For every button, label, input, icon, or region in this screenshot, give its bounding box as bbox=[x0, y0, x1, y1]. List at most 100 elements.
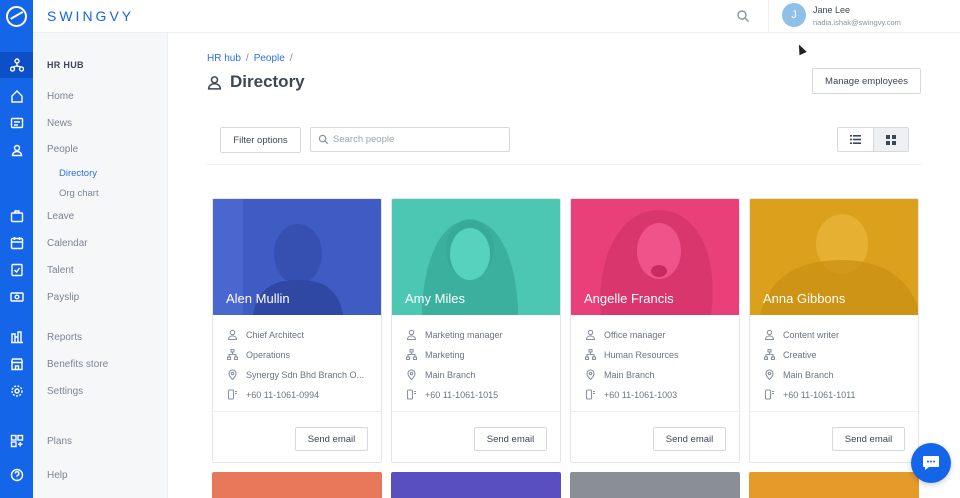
home-icon[interactable] bbox=[0, 83, 33, 109]
person-icon bbox=[227, 329, 238, 340]
location-pin-icon bbox=[407, 369, 416, 380]
breadcrumb: HR hub / People / bbox=[207, 53, 298, 64]
sidebar-item-leave[interactable]: Leave bbox=[47, 211, 74, 222]
employee-title: Content writer bbox=[764, 329, 914, 340]
employee-name: Amy Miles bbox=[405, 291, 465, 306]
org-chart-icon bbox=[406, 349, 417, 360]
people-icon[interactable] bbox=[0, 137, 33, 163]
talent-icon[interactable] bbox=[0, 257, 33, 283]
sidebar-item-news[interactable]: News bbox=[47, 118, 72, 129]
employee-card-partial[interactable] bbox=[212, 472, 382, 498]
list-view-button[interactable] bbox=[838, 128, 873, 151]
org-chart-icon bbox=[585, 349, 596, 360]
plans-icon[interactable] bbox=[0, 428, 33, 454]
employee-card[interactable]: Alen Mullin Chief Architect Operations S… bbox=[212, 198, 382, 463]
employee-branch: Main Branch bbox=[406, 369, 556, 380]
benefits-store-icon[interactable] bbox=[0, 351, 33, 377]
sidebar-item-benefits-store[interactable]: Benefits store bbox=[47, 359, 108, 370]
chat-button[interactable] bbox=[911, 443, 951, 483]
search-input[interactable] bbox=[333, 128, 503, 151]
sidebar-item-people[interactable]: People bbox=[47, 144, 78, 155]
employee-department: Operations bbox=[227, 349, 377, 360]
swingvy-logo-icon[interactable] bbox=[6, 6, 27, 27]
sidebar-item-calendar[interactable]: Calendar bbox=[47, 238, 88, 249]
employee-title: Chief Architect bbox=[227, 329, 377, 340]
calendar-icon[interactable] bbox=[0, 230, 33, 256]
user-email: nadia.ishak@swingvy.com bbox=[813, 18, 901, 27]
employee-card[interactable]: Amy Miles Marketing manager Marketing Ma… bbox=[391, 198, 561, 463]
page-title-text: Directory bbox=[230, 72, 305, 91]
org-chart-icon bbox=[764, 349, 775, 360]
employee-card-partial[interactable] bbox=[570, 472, 740, 498]
sidebar-section-title: HR HUB bbox=[47, 60, 84, 70]
sidebar-item-home[interactable]: Home bbox=[47, 91, 74, 102]
topbar-divider bbox=[768, 0, 769, 33]
sidebar-item-settings[interactable]: Settings bbox=[47, 386, 83, 397]
employee-department: Creative bbox=[764, 349, 914, 360]
view-toggle bbox=[837, 127, 909, 152]
brand-header: SWINGVY bbox=[33, 0, 168, 33]
sidebar-item-org-chart[interactable]: Org chart bbox=[59, 188, 99, 199]
leave-icon[interactable] bbox=[0, 203, 33, 229]
employee-branch: Main Branch bbox=[764, 369, 914, 380]
location-pin-icon bbox=[228, 369, 237, 380]
send-email-button[interactable]: Send email bbox=[653, 427, 726, 451]
employee-branch: Main Branch bbox=[585, 369, 735, 380]
send-email-button[interactable]: Send email bbox=[474, 427, 547, 451]
manage-employees-button[interactable]: Manage employees bbox=[812, 68, 921, 94]
phone-icon bbox=[406, 389, 416, 400]
breadcrumb-separator: / bbox=[289, 53, 293, 64]
icon-rail bbox=[0, 0, 33, 498]
help-icon[interactable] bbox=[0, 462, 33, 488]
employee-name: Angelle Francis bbox=[584, 291, 674, 306]
breadcrumb-separator: / bbox=[245, 53, 249, 64]
sidebar-item-payslip[interactable]: Payslip bbox=[47, 292, 79, 303]
employee-phone: +60 11-1061-0994 bbox=[227, 389, 377, 400]
card-divider bbox=[750, 411, 918, 412]
employee-card[interactable]: Anna Gibbons Content writer Creative Mai… bbox=[749, 198, 919, 463]
list-view-icon bbox=[849, 135, 861, 144]
brand-name[interactable]: SWINGVY bbox=[47, 8, 134, 24]
sidebar-item-talent[interactable]: Talent bbox=[47, 265, 74, 276]
send-email-button[interactable]: Send email bbox=[832, 427, 905, 451]
grid-view-button[interactable] bbox=[872, 128, 908, 151]
employee-name: Alen Mullin bbox=[226, 291, 290, 306]
employee-department: Marketing bbox=[406, 349, 556, 360]
sidebar-item-help[interactable]: Help bbox=[47, 470, 68, 481]
search-icon bbox=[318, 134, 329, 145]
employee-card[interactable]: Angelle Francis Office manager Human Res… bbox=[570, 198, 740, 463]
user-name[interactable]: Jane Lee bbox=[813, 5, 850, 15]
person-icon bbox=[406, 329, 417, 340]
hr-hub-icon[interactable] bbox=[0, 52, 33, 78]
phone-icon bbox=[764, 389, 774, 400]
sidebar: SWINGVY HR HUB Home News People Director… bbox=[33, 0, 168, 498]
employee-card-partial[interactable] bbox=[749, 472, 919, 498]
employee-title: Marketing manager bbox=[406, 329, 556, 340]
news-icon[interactable] bbox=[0, 110, 33, 136]
reports-icon[interactable] bbox=[0, 324, 33, 350]
employee-phone: +60 11-1061-1003 bbox=[585, 389, 735, 400]
settings-icon[interactable] bbox=[0, 378, 33, 404]
sidebar-item-reports[interactable]: Reports bbox=[47, 332, 82, 343]
person-icon bbox=[585, 329, 596, 340]
location-pin-icon bbox=[586, 369, 595, 380]
sidebar-item-plans[interactable]: Plans bbox=[47, 436, 72, 447]
send-email-button[interactable]: Send email bbox=[295, 427, 368, 451]
payslip-icon[interactable] bbox=[0, 284, 33, 310]
search-icon[interactable] bbox=[736, 9, 750, 23]
filter-options-button[interactable]: Filter options bbox=[220, 127, 301, 153]
employee-card-partial[interactable] bbox=[391, 472, 561, 498]
chat-bubble-icon bbox=[923, 456, 939, 470]
person-icon bbox=[207, 75, 222, 90]
card-divider bbox=[392, 411, 560, 412]
mouse-cursor-icon bbox=[795, 42, 807, 56]
employee-phone: +60 11-1061-1011 bbox=[764, 389, 914, 400]
card-divider bbox=[571, 411, 739, 412]
avatar[interactable]: J bbox=[782, 3, 806, 27]
sidebar-item-directory[interactable]: Directory bbox=[59, 168, 97, 179]
breadcrumb-people[interactable]: People bbox=[254, 53, 285, 64]
breadcrumb-hr-hub[interactable]: HR hub bbox=[207, 53, 241, 64]
phone-icon bbox=[227, 389, 237, 400]
employee-department: Human Resources bbox=[585, 349, 735, 360]
toolbar-divider bbox=[207, 164, 921, 165]
